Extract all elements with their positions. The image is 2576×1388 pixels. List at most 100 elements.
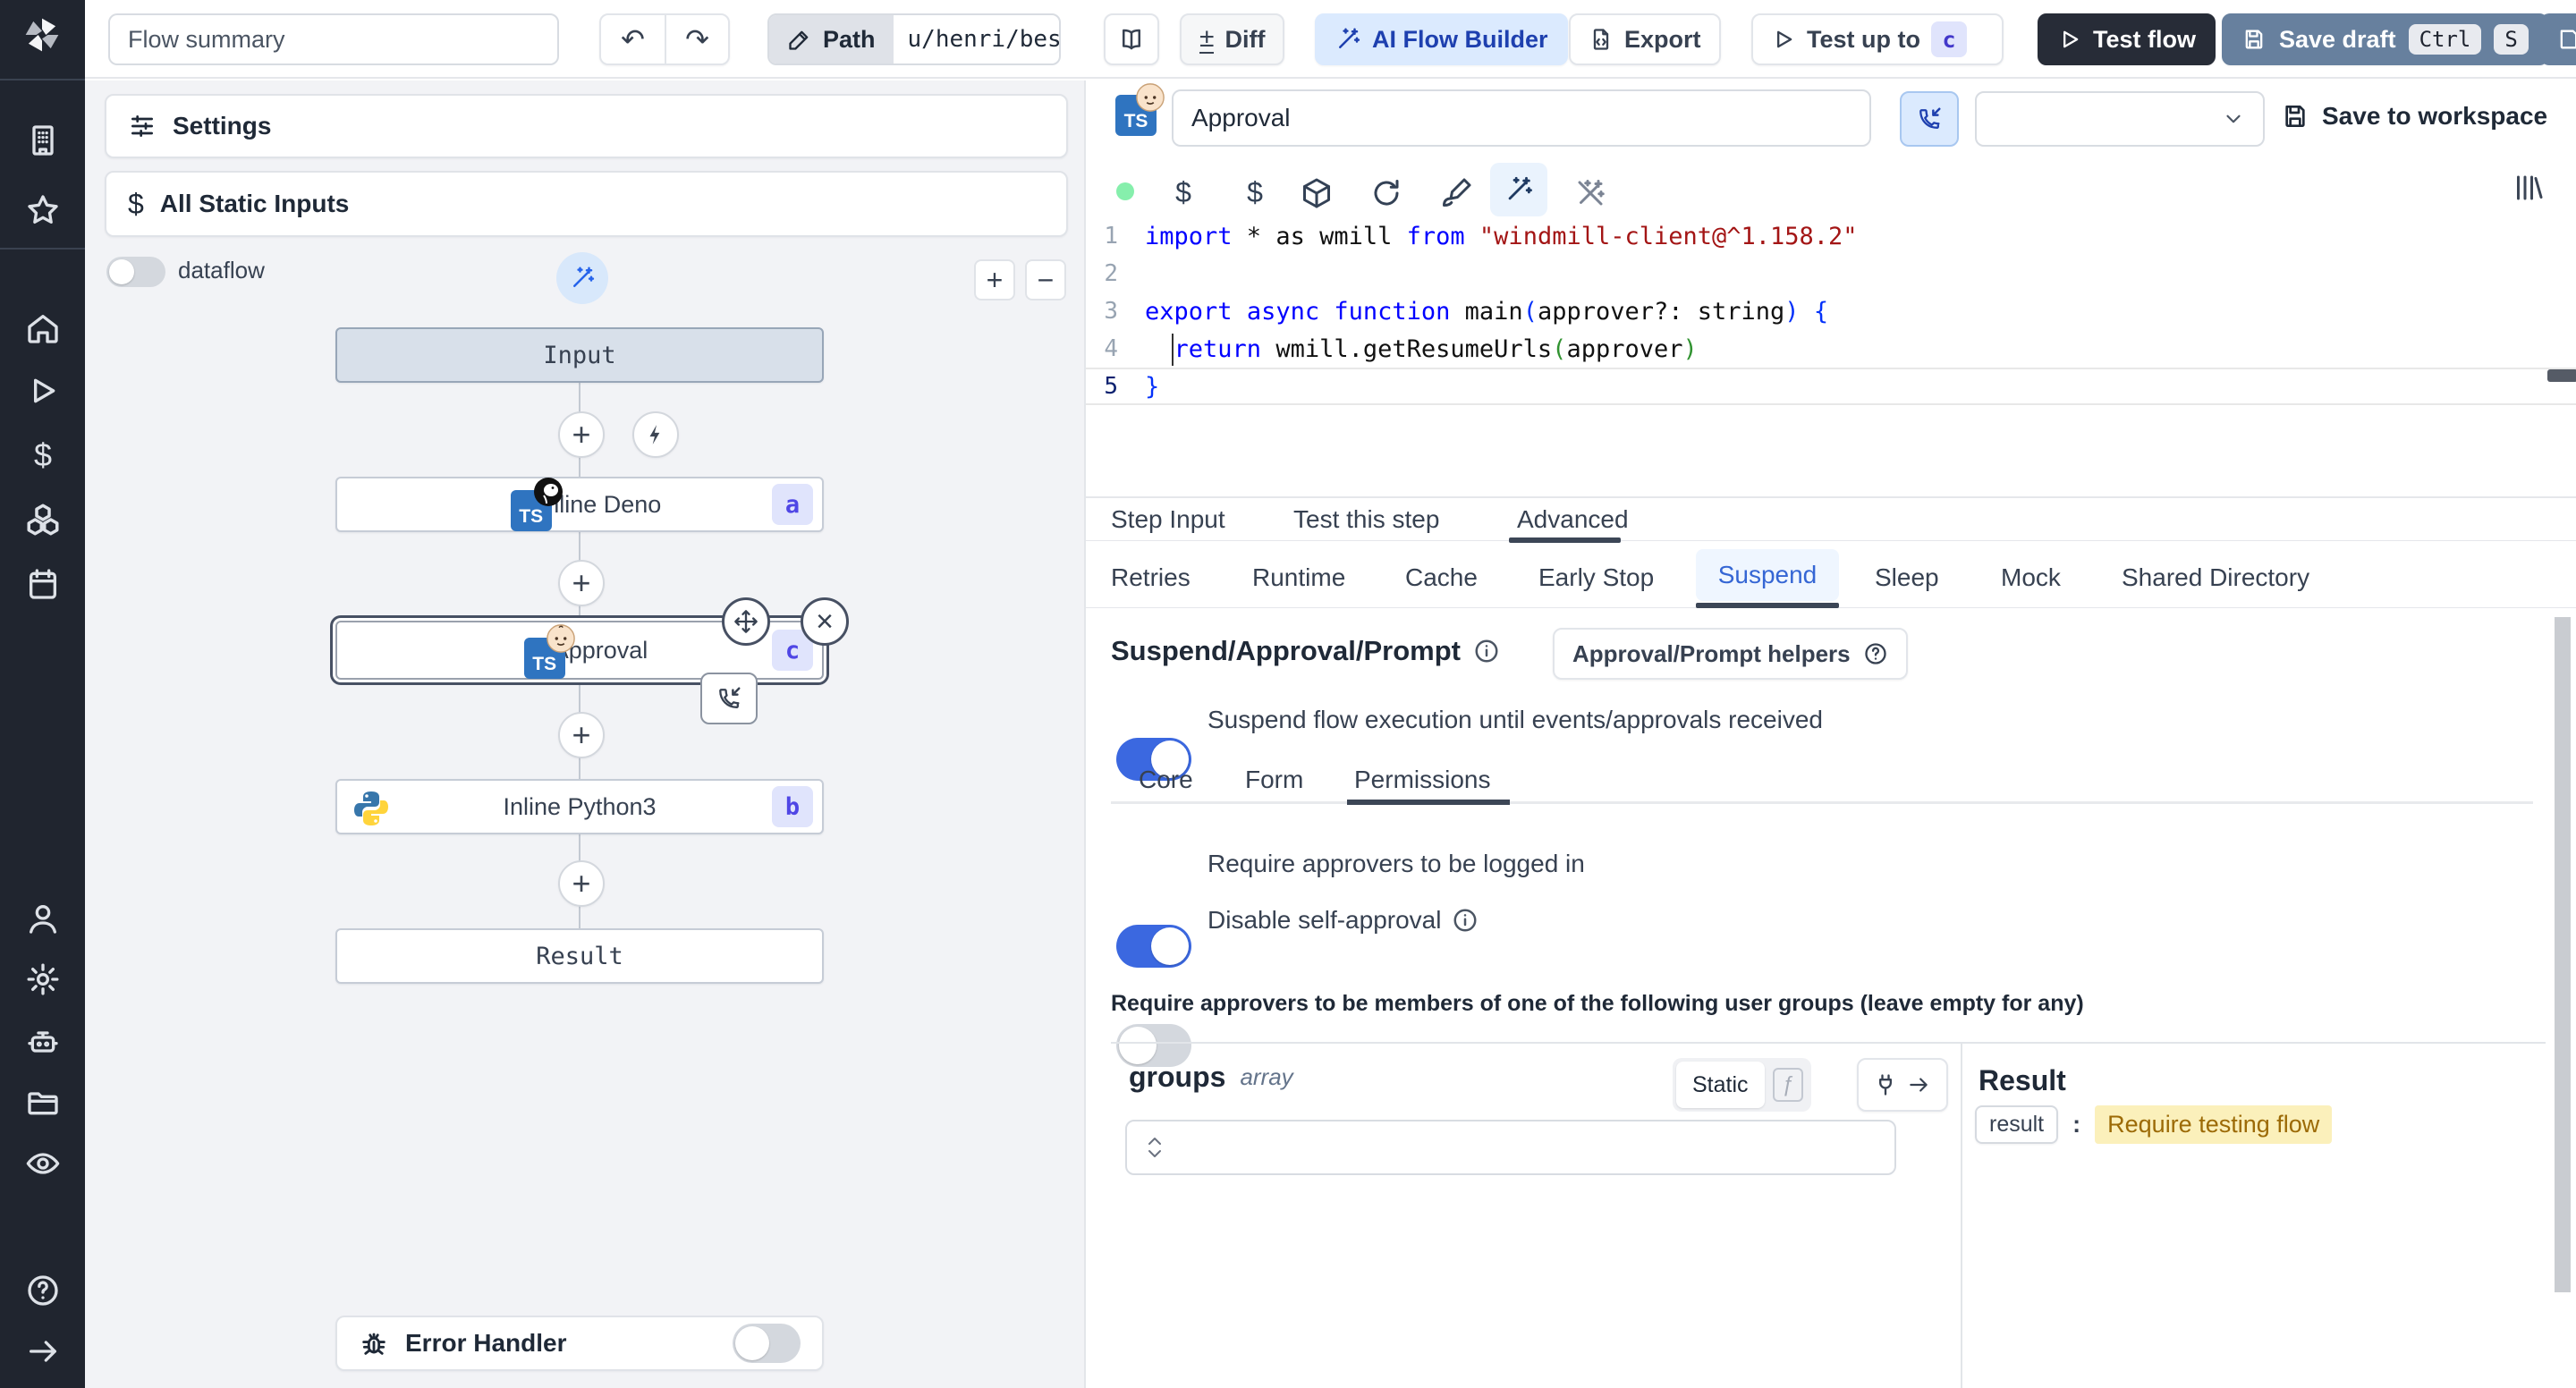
plug-icon: [1879, 1074, 1892, 1096]
users-person-icon[interactable]: [22, 898, 64, 939]
tab-step-input[interactable]: Step Input: [1111, 505, 1225, 534]
add-step-button[interactable]: +: [558, 411, 605, 458]
ai-flow-builder-button[interactable]: AI Flow Builder: [1315, 13, 1568, 65]
error-handler-row[interactable]: Error Handler: [335, 1316, 824, 1371]
settings-gear-icon[interactable]: [22, 959, 64, 1000]
flow-summary-input[interactable]: Flow summary: [108, 13, 559, 65]
resources-cubes-icon[interactable]: [22, 499, 64, 540]
subtab-shared-directory[interactable]: Shared Directory: [2122, 563, 2309, 592]
subtab-mock[interactable]: Mock: [2001, 563, 2061, 592]
tab-core[interactable]: Core: [1139, 766, 1193, 794]
flow-node-input[interactable]: Input: [335, 327, 824, 383]
test-up-to-button[interactable]: Test up to c: [1751, 13, 2004, 65]
subtab-early-stop[interactable]: Early Stop: [1538, 563, 1654, 592]
redo-button[interactable]: ↷: [666, 22, 728, 56]
step-editor-panel: TS Save to workspace $ $ 1import * as: [1086, 80, 2576, 1388]
zoom-in-button[interactable]: +: [974, 259, 1015, 300]
tab-form[interactable]: Form: [1245, 766, 1303, 794]
require-login-toggle[interactable]: [1116, 925, 1191, 968]
code-line-5[interactable]: 5}: [1086, 368, 2576, 405]
deploy-button-partial[interactable]: [2540, 13, 2576, 65]
code-line-1[interactable]: 1 import * as wmill from "windmill-client…: [1086, 217, 2576, 255]
tab-test-this-step[interactable]: Test this step: [1293, 505, 1439, 534]
code-editor[interactable]: 1 import * as wmill from "windmill-client…: [1086, 217, 2576, 496]
code-line-2[interactable]: 2: [1086, 255, 2576, 292]
connect-input-button[interactable]: [1857, 1058, 1948, 1112]
add-step-button[interactable]: +: [558, 712, 605, 758]
subtab-sleep[interactable]: Sleep: [1875, 563, 1939, 592]
flow-node-inline-deno[interactable]: TS Inline Deno a: [335, 477, 824, 532]
groups-array-input[interactable]: [1125, 1120, 1896, 1175]
play-icon: [2063, 30, 2079, 48]
audit-eye-icon[interactable]: [22, 1143, 64, 1184]
file-export-icon: [1593, 29, 1609, 50]
flow-node-inline-python[interactable]: Inline Python3 b: [335, 779, 824, 834]
undo-button[interactable]: ↶: [601, 22, 665, 56]
suspend-phone-toggle-button[interactable]: [1900, 91, 1959, 147]
subtab-retries[interactable]: Retries: [1111, 563, 1191, 592]
dollar-icon: $: [128, 187, 144, 220]
variables-dollar-icon[interactable]: $: [22, 435, 64, 476]
ai-wand-button[interactable]: [556, 252, 608, 304]
phone-incoming-icon: [719, 687, 741, 708]
static-mode-button[interactable]: Static: [1676, 1062, 1765, 1108]
docs-book-button[interactable]: [1104, 13, 1159, 65]
workers-robot-icon[interactable]: [22, 1021, 64, 1062]
windmill-logo-icon[interactable]: [18, 11, 66, 59]
workspace-building-icon[interactable]: [22, 120, 64, 161]
ai-gen-disabled-icon[interactable]: [1574, 177, 1606, 216]
tab-permissions[interactable]: Permissions: [1354, 766, 1490, 794]
save-draft-button[interactable]: Save draft Ctrl S: [2222, 13, 2548, 65]
variables-dollar-icon[interactable]: $: [1161, 168, 1206, 216]
resources-dollar-icon[interactable]: $: [1233, 168, 1277, 216]
path-button[interactable]: Path: [769, 15, 894, 63]
info-icon[interactable]: [1452, 907, 1479, 934]
package-icon[interactable]: [1301, 177, 1333, 216]
format-brush-icon[interactable]: [1440, 177, 1472, 216]
error-handler-toggle[interactable]: [733, 1324, 801, 1363]
arrow-right-icon: [1910, 1078, 1928, 1092]
approval-prompt-helpers-button[interactable]: Approval/Prompt helpers: [1553, 628, 1908, 680]
editor-scrollbar-thumb[interactable]: [2547, 369, 2576, 382]
help-icon[interactable]: [22, 1270, 64, 1311]
ai-assistant-wand-button[interactable]: [1490, 163, 1547, 216]
test-flow-button[interactable]: Test flow: [2038, 13, 2216, 65]
schedules-calendar-icon[interactable]: [22, 563, 64, 605]
save-to-workspace-button[interactable]: Save to workspace: [2281, 102, 2547, 131]
path-value[interactable]: u/henri/bes: [894, 26, 1059, 53]
delete-step-button[interactable]: ×: [801, 597, 849, 646]
move-step-button[interactable]: [722, 597, 770, 646]
add-trigger-bolt-button[interactable]: [632, 411, 679, 458]
all-static-inputs-button[interactable]: $ All Static Inputs: [105, 171, 1068, 237]
reload-icon[interactable]: [1370, 177, 1402, 216]
runs-play-icon[interactable]: [22, 370, 64, 411]
subtab-runtime[interactable]: Runtime: [1252, 563, 1345, 592]
result-key-chip[interactable]: result: [1975, 1105, 2059, 1144]
info-icon[interactable]: [1473, 638, 1500, 664]
favorites-star-icon[interactable]: [22, 190, 64, 231]
zoom-out-button[interactable]: −: [1025, 259, 1066, 300]
add-step-button[interactable]: +: [558, 560, 605, 606]
diff-button[interactable]: ± Diff: [1180, 13, 1285, 65]
result-row: result : Require testing flow: [1975, 1105, 2333, 1144]
export-button[interactable]: Export: [1569, 13, 1721, 65]
subtab-cache[interactable]: Cache: [1405, 563, 1478, 592]
tag-select[interactable]: [1975, 91, 2265, 147]
tab-advanced[interactable]: Advanced: [1517, 505, 1629, 534]
step-title-input[interactable]: [1172, 89, 1871, 147]
library-icon[interactable]: [2512, 172, 2544, 210]
python-icon: [354, 791, 388, 825]
add-step-button[interactable]: +: [558, 860, 605, 907]
dataflow-toggle[interactable]: [106, 257, 165, 287]
code-line-3[interactable]: 3 export async function main(approver?: s…: [1086, 292, 2576, 330]
collapse-arrow-icon[interactable]: [22, 1331, 64, 1372]
panel-scrollbar-thumb[interactable]: [2555, 617, 2571, 1292]
home-icon[interactable]: [22, 308, 64, 349]
code-line-4[interactable]: 4 return wmill.getResumeUrls(approver): [1086, 330, 2576, 368]
flow-node-result[interactable]: Result: [335, 928, 824, 984]
suspend-phone-button[interactable]: [700, 673, 758, 724]
expr-mode-button[interactable]: ƒ: [1768, 1062, 1808, 1108]
folders-icon[interactable]: [22, 1082, 64, 1123]
subtab-suspend-active[interactable]: Suspend: [1696, 549, 1839, 601]
flow-settings-button[interactable]: Settings: [105, 94, 1068, 158]
